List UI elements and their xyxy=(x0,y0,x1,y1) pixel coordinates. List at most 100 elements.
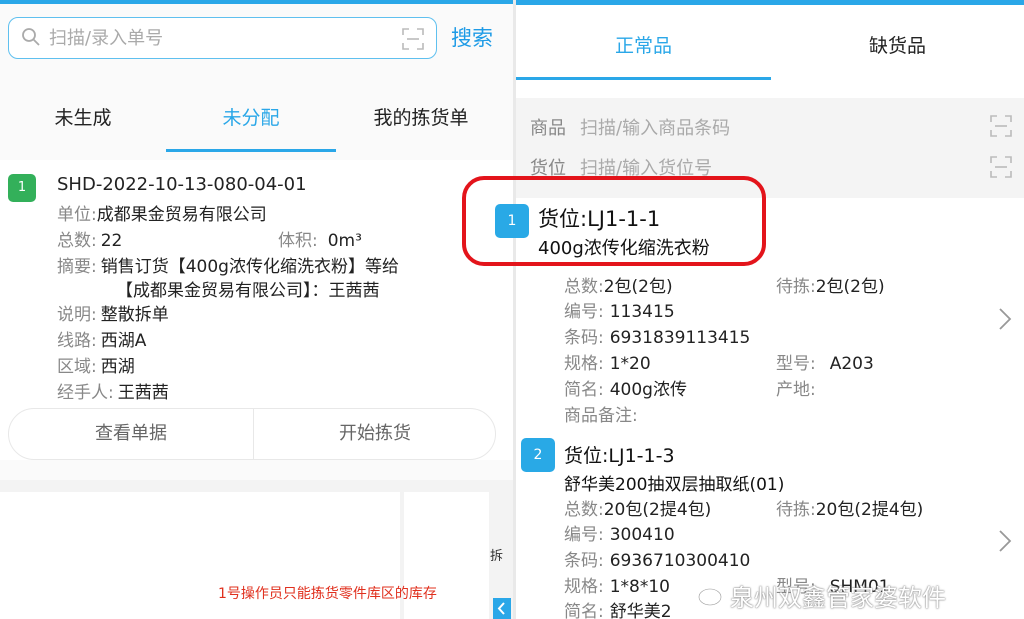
item-short-name: 简名: 舒华美2 xyxy=(564,597,672,619)
order-area-value: 西湖 xyxy=(100,357,135,377)
item-origin: 产地: xyxy=(776,375,816,400)
item-barcode-value: 6931839113415 xyxy=(609,328,751,348)
right-pane: 正常品 缺货品 商品 扫描/输入商品条码 货位 扫描/输入货位号 1 货位:LJ1-… xyxy=(495,0,1024,619)
item-model: 型号: A203 xyxy=(776,349,874,374)
product-filter-label: 商品 xyxy=(530,118,566,139)
item-barcode: 条码: 6936710300410 xyxy=(564,546,750,571)
order-route-row: 线路: 西湖A xyxy=(57,326,146,351)
order-volume-value: 0m³ xyxy=(327,231,362,251)
item-short-label: 简名: xyxy=(564,602,604,619)
item-pending-label: 待拣: xyxy=(776,277,816,297)
item-total-label: 总数: xyxy=(564,500,604,520)
order-count-row: 总数: 22 xyxy=(57,226,122,251)
item-barcode-value: 6936710300410 xyxy=(609,551,751,571)
item-code-label: 编号: xyxy=(564,302,604,322)
item-remark: 商品备注: xyxy=(564,401,638,426)
order-summary-label: 摘要: xyxy=(57,257,97,277)
highlight-annotation xyxy=(462,176,766,266)
search-input[interactable] xyxy=(49,22,389,54)
chevron-right-icon[interactable] xyxy=(998,529,1012,553)
item-short-label: 简名: xyxy=(564,380,604,400)
search-icon xyxy=(22,28,40,46)
tab-unassigned[interactable]: 未分配 xyxy=(166,92,336,152)
item-remark-label: 商品备注: xyxy=(564,406,638,426)
order-unit-label: 单位: xyxy=(57,205,97,225)
item-index-badge: 2 xyxy=(521,438,555,472)
order-route-label: 线路: xyxy=(57,331,97,351)
item-short-value: 舒华美2 xyxy=(609,602,672,619)
order-number: SHD-2022-10-13-080-04-01 xyxy=(57,174,307,195)
item-code: 编号: 300410 xyxy=(564,520,675,545)
tab-not-generated[interactable]: 未生成 xyxy=(0,92,166,152)
item-pending-value: 20包(2提4包) xyxy=(815,500,924,520)
view-order-button[interactable]: 查看单据 xyxy=(9,409,253,459)
item-barcode-label: 条码: xyxy=(564,551,604,571)
back-arrow-icon[interactable] xyxy=(493,598,511,619)
product-scan-icon[interactable] xyxy=(990,115,1012,137)
underlying-screen: 1号操作员只能拣货零件库区的库存 拆 xyxy=(0,480,513,619)
search-box[interactable] xyxy=(8,17,437,59)
item-total-label: 总数: xyxy=(564,277,604,297)
partial-text: 拆 xyxy=(490,549,504,564)
item-total: 总数:2包(2包) xyxy=(564,272,673,297)
order-handler-value: 王茜茜 xyxy=(117,383,169,403)
item-spec-label: 规格: xyxy=(564,577,604,597)
start-picking-button[interactable]: 开始拣货 xyxy=(254,409,496,459)
item-spec: 规格: 1*8*10 xyxy=(564,572,670,597)
item-name: 舒华美200抽双层抽取纸(01) xyxy=(564,475,785,495)
operator-note: 1号操作员只能拣货零件库区的库存 xyxy=(218,586,437,602)
item-short-value: 400g浓传 xyxy=(609,380,687,400)
order-volume-row: 体积: 0m³ xyxy=(278,226,362,251)
order-handler-label: 经手人: xyxy=(57,383,114,403)
item-total: 总数:20包(2提4包) xyxy=(564,495,711,520)
order-count-value: 22 xyxy=(100,231,123,251)
item-list: 1 货位:LJ1-1-1 400g浓传化缩洗衣粉 总数:2包(2包) 待拣:2包… xyxy=(495,204,1024,619)
order-count-label: 总数: xyxy=(57,231,97,251)
order-note-value: 整散拆单 xyxy=(100,305,169,325)
chevron-left-icon xyxy=(497,602,505,615)
item-pending: 待拣:2包(2包) xyxy=(776,272,885,297)
scan-icon[interactable] xyxy=(402,28,424,50)
item-short-name: 简名: 400g浓传 xyxy=(564,375,687,400)
item-pending-value: 2包(2包) xyxy=(815,277,885,297)
item-pending-label: 待拣: xyxy=(776,500,816,520)
product-barcode-input[interactable]: 扫描/输入商品条码 xyxy=(580,118,730,139)
order-unit-row: 单位:成都果金贸易有限公司 xyxy=(57,200,267,225)
product-filter-row[interactable]: 商品 扫描/输入商品条码 xyxy=(530,114,730,140)
item-spec-value: 1*20 xyxy=(609,354,651,374)
left-tab-bar: 未生成 未分配 我的拣货单 xyxy=(0,92,513,152)
order-handler-row: 经手人: 王茜茜 xyxy=(57,378,169,403)
item-location: 货位:LJ1-1-3 xyxy=(564,445,675,467)
item-spec-value: 1*8*10 xyxy=(609,577,670,597)
item-origin-label: 产地: xyxy=(776,380,816,400)
order-index-badge: 1 xyxy=(8,174,36,202)
order-action-bar: 查看单据 开始拣货 xyxy=(8,408,496,460)
item-code-label: 编号: xyxy=(564,525,604,545)
item-total-value: 2包(2包) xyxy=(603,277,673,297)
item-barcode: 条码: 6931839113415 xyxy=(564,323,750,348)
item-code: 编号: 113415 xyxy=(564,297,675,322)
tab-out-of-stock[interactable]: 缺货品 xyxy=(771,20,1024,80)
item-code-value: 300410 xyxy=(609,525,675,545)
chevron-right-icon[interactable] xyxy=(998,307,1012,331)
tab-normal-goods[interactable]: 正常品 xyxy=(516,20,771,80)
top-accent-bar-right xyxy=(516,0,1024,5)
item-total-value: 20包(2提4包) xyxy=(603,500,712,520)
location-scan-icon[interactable] xyxy=(990,156,1012,178)
watermark: 泉州双鑫管家婆软件 xyxy=(730,584,946,612)
order-summary-line1: 销售订货【400g浓传化缩洗衣粉】等给 xyxy=(100,257,399,277)
item-model-label: 型号: xyxy=(776,354,816,374)
order-unit-value: 成都果金贸易有限公司 xyxy=(96,205,267,225)
item-barcode-label: 条码: xyxy=(564,328,604,348)
item-model-value: A203 xyxy=(829,354,874,374)
order-note-label: 说明: xyxy=(57,305,97,325)
order-summary-row: 摘要: 销售订货【400g浓传化缩洗衣粉】等给 xyxy=(57,252,399,277)
item-code-value: 113415 xyxy=(609,302,675,322)
tab-my-picking-orders[interactable]: 我的拣货单 xyxy=(336,92,506,152)
order-summary-line2: 【成都果金贸易有限公司】：王茜茜 xyxy=(116,281,380,301)
item-spec-label: 规格: xyxy=(564,354,604,374)
search-button[interactable]: 搜索 xyxy=(451,22,493,52)
weibo-logo-icon xyxy=(698,584,725,606)
order-note-row: 说明: 整散拆单 xyxy=(57,300,169,325)
order-route-value: 西湖A xyxy=(100,331,147,351)
